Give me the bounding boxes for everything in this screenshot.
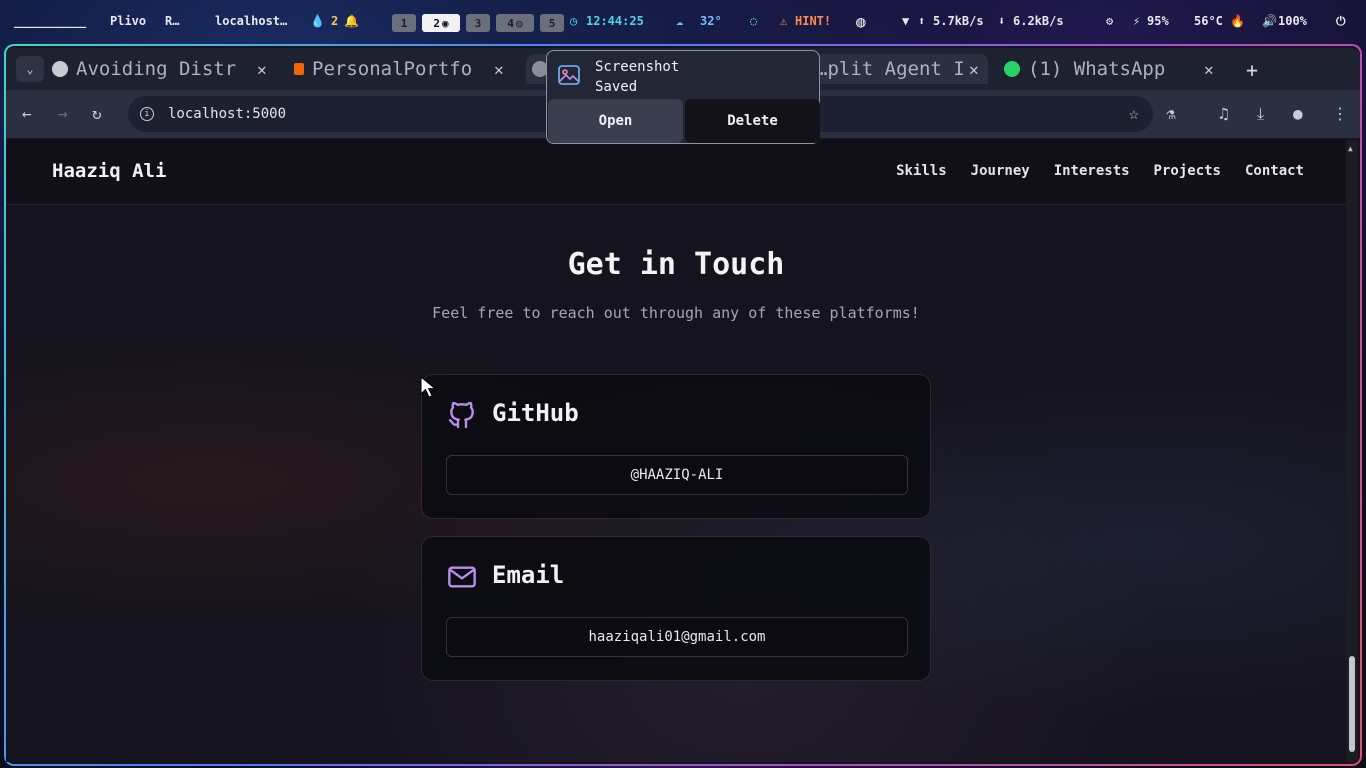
github-handle-link[interactable]: @HAAZIQ-ALI [446, 455, 908, 495]
tab-personal-portfolio[interactable]: PersonalPortfo ✕ [294, 54, 522, 84]
forward-icon[interactable]: → [58, 104, 68, 123]
eye-off-icon[interactable]: ◌ [750, 14, 757, 28]
site-header: Haaziq Ali Skills Journey Interests Proj… [6, 140, 1346, 205]
reload-icon[interactable]: ↻ [92, 104, 102, 123]
nav-link-journey[interactable]: Journey [971, 163, 1030, 179]
notification-count: 2 [331, 14, 339, 28]
mouse-cursor-icon [420, 376, 437, 398]
profile-icon[interactable]: ● [1293, 104, 1303, 123]
tab-search-button[interactable]: ⌄ [16, 56, 44, 82]
menu-kebab-icon[interactable]: ⋮ [1332, 104, 1348, 123]
bell-icon[interactable]: 🔔 [344, 14, 359, 28]
card-title: GitHub [492, 399, 579, 427]
labs-flask-icon[interactable]: ⚗ [1166, 104, 1176, 123]
nav-link-interests[interactable]: Interests [1054, 163, 1130, 179]
power-icon[interactable]: ⏻ [1336, 14, 1346, 29]
download-icon: ⬇ [998, 14, 1006, 28]
upload-icon: ⬆ [918, 14, 926, 28]
tab-title: (1) WhatsApp [1028, 58, 1166, 80]
url-text[interactable]: localhost:5000 [168, 106, 286, 122]
clock: 12:44:25 [586, 14, 644, 28]
page-scrollbar[interactable]: ▲ [1346, 140, 1358, 762]
site-info-icon[interactable]: i [140, 107, 154, 121]
email-address-link[interactable]: haaziqali01@gmail.com [446, 617, 908, 657]
section-subheading: Feel free to reach out through any of th… [432, 304, 920, 322]
workspace-4[interactable]: 4 ◎ [496, 14, 534, 32]
open-button[interactable]: Open [548, 99, 683, 143]
tab-title: PersonalPortfo [312, 58, 473, 80]
workspace-5[interactable]: 5 [540, 14, 564, 32]
nav-link-skills[interactable]: Skills [896, 163, 947, 179]
mail-icon [448, 566, 476, 588]
battery: 95% [1147, 14, 1169, 28]
tab-avoiding-distractions[interactable]: Avoiding Distr ✕ [52, 54, 274, 84]
workspace-switcher: 1 2 ◉ 3 4 ◎ 5 [392, 14, 564, 32]
whatsapp-icon [1004, 61, 1020, 77]
screenshot-notification: Screenshot Saved Open Delete [546, 50, 820, 144]
close-icon[interactable]: ✕ [1204, 60, 1214, 79]
tab-title: Avoiding Distr [76, 58, 237, 80]
window-title-plivo[interactable]: Plivo [110, 14, 146, 28]
hint-icon: ⚠ [780, 14, 788, 28]
site-nav: Skills Journey Interests Projects Contac… [896, 163, 1304, 179]
close-icon[interactable]: ✕ [969, 60, 979, 79]
system-bar: __________ Plivo R… localhost… 💧 2 🔔 1 2… [0, 0, 1366, 44]
workspace-label: __________ [14, 14, 87, 28]
workspace-3[interactable]: 3 [466, 14, 490, 32]
nav-link-contact[interactable]: Contact [1245, 163, 1304, 179]
window-title-localhost[interactable]: localhost… [215, 14, 287, 28]
net-up: 5.7kB/s [933, 14, 984, 28]
close-icon[interactable]: ✕ [494, 60, 504, 79]
image-icon [558, 65, 580, 85]
cpu-temp: 56°C [1194, 14, 1223, 28]
window-title-r[interactable]: R… [165, 14, 179, 28]
wifi-icon: ▼ [902, 14, 910, 28]
github-icon [448, 401, 474, 429]
nav-link-projects[interactable]: Projects [1154, 163, 1221, 179]
replit-icon [294, 63, 304, 75]
close-icon[interactable]: ✕ [257, 60, 267, 79]
notification-title: Screenshot Saved [595, 59, 680, 95]
delete-button[interactable]: Delete [685, 99, 820, 143]
hint-label[interactable]: HINT! [795, 14, 831, 28]
page-viewport: Haaziq Ali Skills Journey Interests Proj… [6, 140, 1346, 762]
scroll-thumb[interactable] [1349, 656, 1355, 752]
section-heading: Get in Touch [567, 247, 785, 282]
contact-card-email: Email haaziqali01@gmail.com [421, 536, 931, 681]
contact-card-github: GitHub @HAAZIQ-ALI [421, 374, 931, 519]
volume: 100% [1278, 14, 1307, 28]
workspace-2[interactable]: 2 ◉ [422, 14, 460, 32]
back-icon[interactable]: ← [22, 104, 32, 123]
flame-icon: 🔥 [1230, 14, 1245, 28]
settings-icon[interactable]: ⚙ [1106, 14, 1113, 28]
battery-icon: ⚡ [1133, 14, 1141, 28]
bookmark-star-icon[interactable]: ☆ [1129, 104, 1139, 124]
workspace-1[interactable]: 1 [392, 14, 416, 32]
scroll-up-arrow-icon[interactable]: ▲ [1348, 144, 1353, 153]
obs-icon[interactable]: ◍ [856, 12, 866, 31]
weather-temp: 32° [700, 14, 722, 28]
clock-icon: ◷ [570, 14, 578, 28]
tab-title: …plit Agent I [816, 58, 965, 80]
chrome-icon: ◉ [442, 16, 449, 30]
card-title: Email [492, 561, 565, 589]
net-down: 6.2kB/s [1013, 14, 1064, 28]
new-tab-icon[interactable]: + [1246, 58, 1258, 82]
chevron-down-icon: ⌄ [26, 62, 34, 76]
downloads-icon[interactable]: ⤓ [1257, 104, 1264, 124]
weather-icon: ☁ [676, 14, 684, 28]
record-icon: ◎ [516, 16, 523, 30]
media-control-icon[interactable]: ♫ [1219, 104, 1229, 123]
volume-icon[interactable]: 🔊 [1262, 14, 1277, 28]
site-brand[interactable]: Haaziq Ali [52, 160, 166, 182]
ai-icon [52, 61, 68, 77]
droplet-icon: 💧 [310, 14, 325, 28]
tab-whatsapp[interactable]: (1) WhatsApp ✕ [1004, 54, 1226, 84]
